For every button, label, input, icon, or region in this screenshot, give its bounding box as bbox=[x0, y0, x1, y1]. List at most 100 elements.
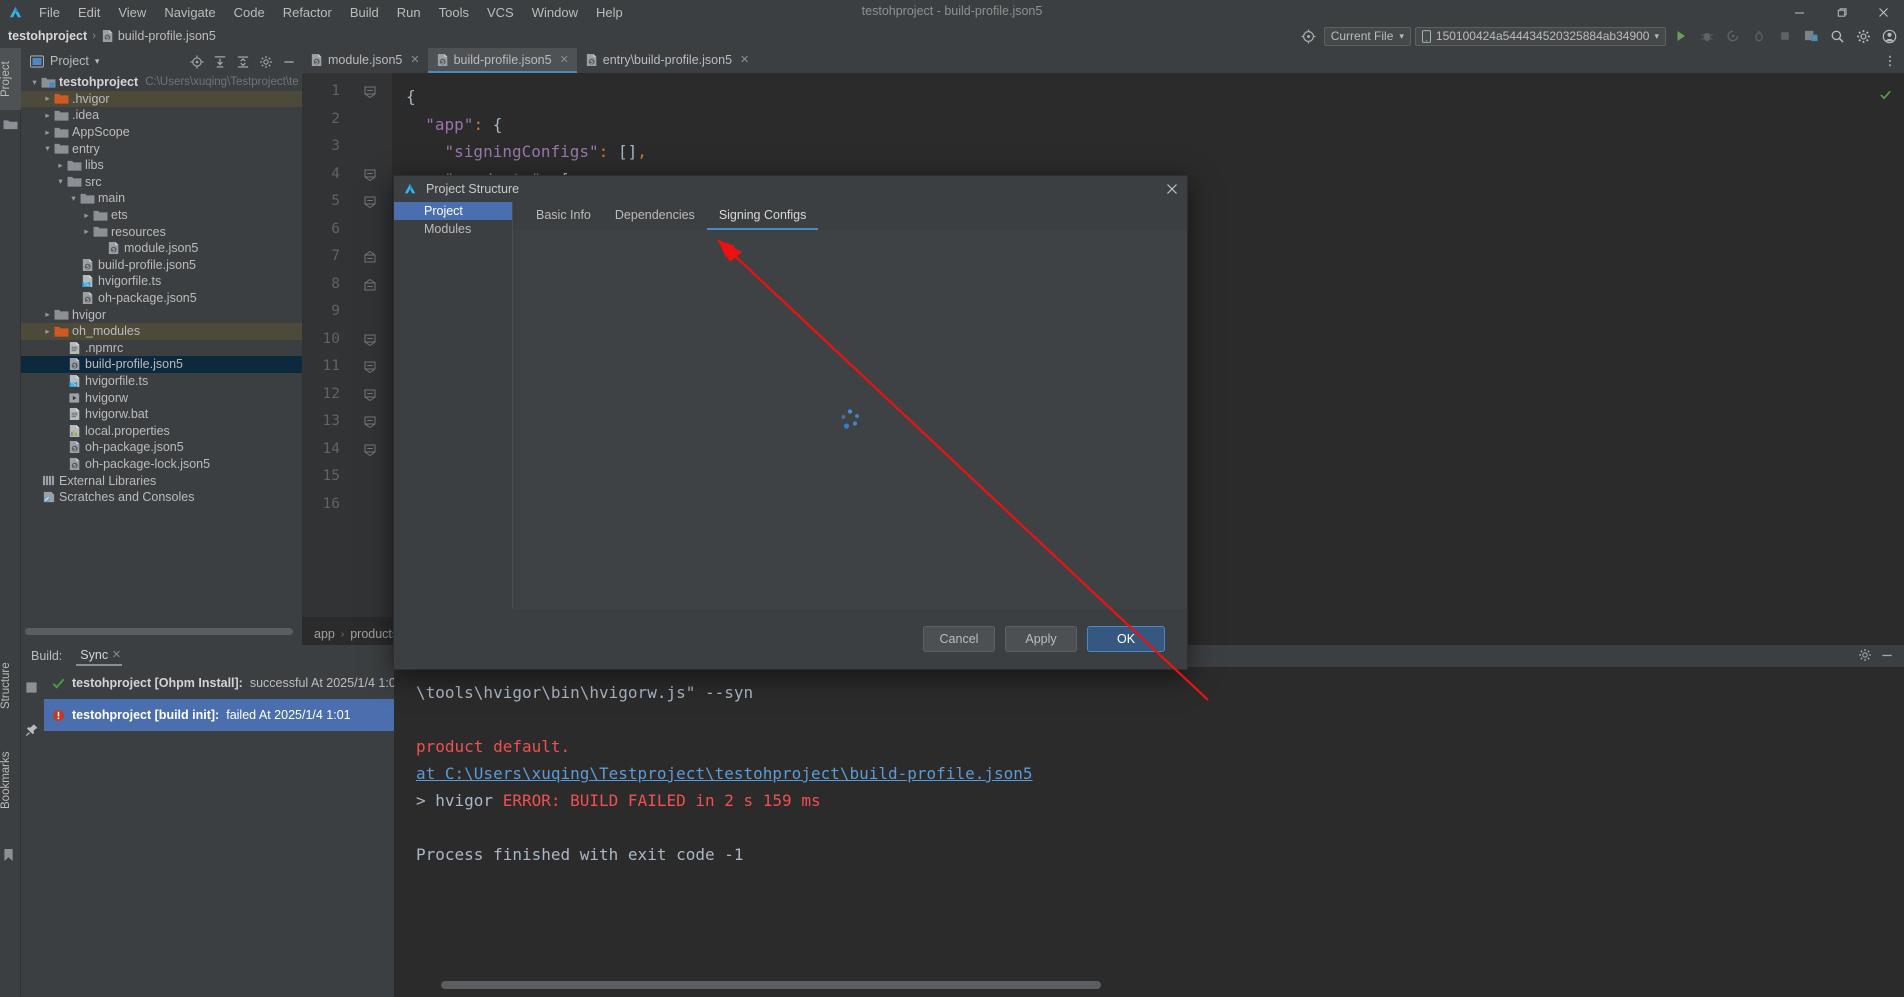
chevron-down-icon[interactable]: ▾ bbox=[68, 190, 79, 206]
build-console[interactable]: \tools\hvigor\bin\hvigorw.js" --syn prod… bbox=[394, 667, 1904, 997]
chevron-down-icon[interactable]: ▾ bbox=[42, 141, 53, 157]
menu-build[interactable]: Build bbox=[341, 3, 388, 22]
collapse-all-icon[interactable] bbox=[232, 52, 253, 71]
code-fold-icon[interactable] bbox=[364, 250, 377, 264]
tree-row[interactable]: ▸ oh_modules bbox=[21, 322, 302, 340]
cancel-button[interactable]: Cancel bbox=[923, 626, 995, 652]
minimize-button[interactable] bbox=[1778, 0, 1820, 24]
tab-signing-configs[interactable]: Signing Configs bbox=[706, 204, 819, 230]
sidebar-item-bookmarks[interactable]: Bookmarks bbox=[0, 738, 21, 822]
code-fold-icon[interactable] bbox=[364, 334, 377, 347]
editor-tab[interactable]: 5 entry\build-profile.json5 ✕ bbox=[577, 48, 757, 73]
tree-row[interactable]: ▾ src bbox=[21, 174, 302, 191]
tree-row[interactable]: ▸ .idea bbox=[21, 107, 302, 124]
code-fold-icon[interactable] bbox=[364, 389, 377, 402]
chevron-right-icon[interactable]: ▸ bbox=[42, 124, 53, 140]
chevron-right-icon[interactable]: ▸ bbox=[42, 91, 53, 107]
device-selector[interactable]: 150100424a544434520325884ab34900 ▾ bbox=[1414, 26, 1666, 46]
editor-crumb-app[interactable]: app bbox=[314, 627, 335, 641]
menu-edit[interactable]: Edit bbox=[69, 3, 109, 22]
tree-row[interactable]: 5 module.json5 bbox=[21, 240, 302, 257]
editor-tab[interactable]: 5 module.json5 ✕ bbox=[302, 48, 428, 73]
tree-row[interactable]: 5 oh-package.json5 bbox=[21, 290, 302, 307]
code-fold-icon[interactable] bbox=[364, 361, 377, 374]
sidebar-item-structure[interactable]: Structure bbox=[0, 648, 21, 724]
tree-row[interactable]: 5 oh-package-lock.json5 bbox=[21, 456, 302, 473]
chevron-right-icon[interactable]: ▸ bbox=[81, 207, 92, 223]
stop-icon[interactable] bbox=[1774, 26, 1796, 46]
chevron-right-icon[interactable]: ▸ bbox=[55, 157, 66, 173]
editor-tab-strip[interactable]: 5 module.json5 ✕ 5 build-profile.json5 ✕ 5 entr… bbox=[302, 48, 1904, 73]
tree-row[interactable]: TS hvigorfile.ts bbox=[21, 273, 302, 290]
run-configuration-selector[interactable]: Current File ▾ bbox=[1323, 26, 1411, 46]
project-tree-hscrollbar[interactable] bbox=[25, 628, 297, 635]
tree-row[interactable]: 5 oh-package.json5 bbox=[21, 439, 302, 456]
device-manager-icon[interactable] bbox=[1800, 26, 1822, 46]
coverage-icon[interactable] bbox=[1748, 26, 1770, 46]
code-fold-icon[interactable] bbox=[364, 169, 377, 182]
build-tab-sync[interactable]: Sync ✕ bbox=[76, 646, 123, 666]
tree-row[interactable]: ▸ .hvigor bbox=[21, 90, 302, 108]
menu-tools[interactable]: Tools bbox=[430, 3, 478, 22]
close-icon[interactable]: ✕ bbox=[112, 648, 121, 661]
tree-row[interactable]: 5 build-profile.json5 bbox=[21, 356, 302, 373]
chevron-down-icon[interactable]: ▾ bbox=[55, 174, 66, 190]
chevron-down-icon[interactable]: ▾ bbox=[95, 56, 100, 67]
menu-view[interactable]: View bbox=[109, 3, 155, 22]
chevron-right-icon[interactable]: ▸ bbox=[42, 323, 53, 339]
maximize-button[interactable] bbox=[1820, 0, 1862, 24]
menu-window[interactable]: Window bbox=[523, 3, 587, 22]
code-fold-icon[interactable] bbox=[364, 444, 377, 457]
tree-row[interactable]: hvigorw.bat bbox=[21, 406, 302, 423]
chevron-right-icon[interactable]: ▸ bbox=[42, 307, 53, 323]
breadcrumb-file[interactable]: build-profile.json5 bbox=[118, 29, 216, 43]
editor-tab[interactable]: 5 build-profile.json5 ✕ bbox=[427, 48, 577, 73]
tree-row[interactable]: ▸ AppScope bbox=[21, 124, 302, 141]
close-button[interactable] bbox=[1862, 0, 1904, 24]
tab-basic-info[interactable]: Basic Info bbox=[524, 204, 603, 230]
panel-settings-icon[interactable] bbox=[255, 52, 276, 71]
tree-row[interactable]: ▸ hvigor bbox=[21, 306, 302, 323]
tree-row[interactable]: ▾ entry bbox=[21, 140, 302, 157]
tree-row[interactable]: ▾ testohproject C:\Users\xuqing\Testprojec… bbox=[21, 74, 302, 91]
project-tree[interactable]: ▾ testohproject C:\Users\xuqing\Testprojec… bbox=[21, 74, 302, 618]
build-task-row[interactable]: testohproject [build init]: failed At 202… bbox=[44, 699, 394, 731]
dialog-sidebar-item-modules[interactable]: Modules bbox=[394, 220, 512, 238]
run-icon[interactable] bbox=[1670, 26, 1692, 46]
sidebar-item-project[interactable]: Project bbox=[0, 48, 21, 110]
bookmark-icon[interactable] bbox=[3, 848, 18, 862]
account-icon[interactable] bbox=[1878, 26, 1900, 46]
tree-row[interactable]: local.properties bbox=[21, 422, 302, 439]
menu-vcs[interactable]: VCS bbox=[478, 3, 523, 22]
breadcrumb-project[interactable]: testohproject bbox=[8, 29, 87, 43]
hide-panel-icon[interactable] bbox=[278, 52, 299, 71]
target-icon[interactable] bbox=[1298, 26, 1320, 46]
tree-row[interactable]: .npmrc bbox=[21, 340, 302, 357]
menu-file[interactable]: File bbox=[30, 3, 69, 22]
tree-row[interactable]: TS hvigorfile.ts bbox=[21, 373, 302, 390]
code-fold-icon[interactable] bbox=[364, 278, 377, 292]
tree-row[interactable]: Scratches and Consoles bbox=[21, 489, 302, 506]
close-icon[interactable]: ✕ bbox=[740, 53, 749, 66]
folder-icon[interactable] bbox=[3, 118, 18, 132]
stop-icon[interactable] bbox=[25, 681, 40, 696]
editor-tab-overflow-icon[interactable] bbox=[1883, 48, 1904, 73]
console-hscrollbar[interactable] bbox=[441, 981, 1101, 989]
tree-row[interactable]: External Libraries bbox=[21, 472, 302, 489]
inspection-status-icon[interactable] bbox=[1879, 88, 1892, 104]
close-icon[interactable]: ✕ bbox=[410, 53, 419, 66]
menu-refactor[interactable]: Refactor bbox=[274, 3, 341, 22]
hide-panel-icon[interactable] bbox=[1880, 648, 1894, 665]
editor-crumb-products[interactable]: products bbox=[350, 627, 398, 641]
tab-dependencies[interactable]: Dependencies bbox=[603, 204, 707, 230]
chevron-right-icon[interactable]: ▸ bbox=[81, 224, 92, 240]
profile-icon[interactable] bbox=[1722, 26, 1744, 46]
pin-icon[interactable] bbox=[25, 723, 40, 738]
code-fold-icon[interactable] bbox=[364, 86, 377, 99]
tree-row[interactable]: ▸ libs bbox=[21, 157, 302, 174]
menu-navigate[interactable]: Navigate bbox=[155, 3, 224, 22]
search-icon[interactable] bbox=[1826, 26, 1848, 46]
locate-icon[interactable] bbox=[186, 52, 207, 71]
apply-button[interactable]: Apply bbox=[1005, 626, 1077, 652]
project-panel-title[interactable]: Project bbox=[50, 54, 89, 68]
